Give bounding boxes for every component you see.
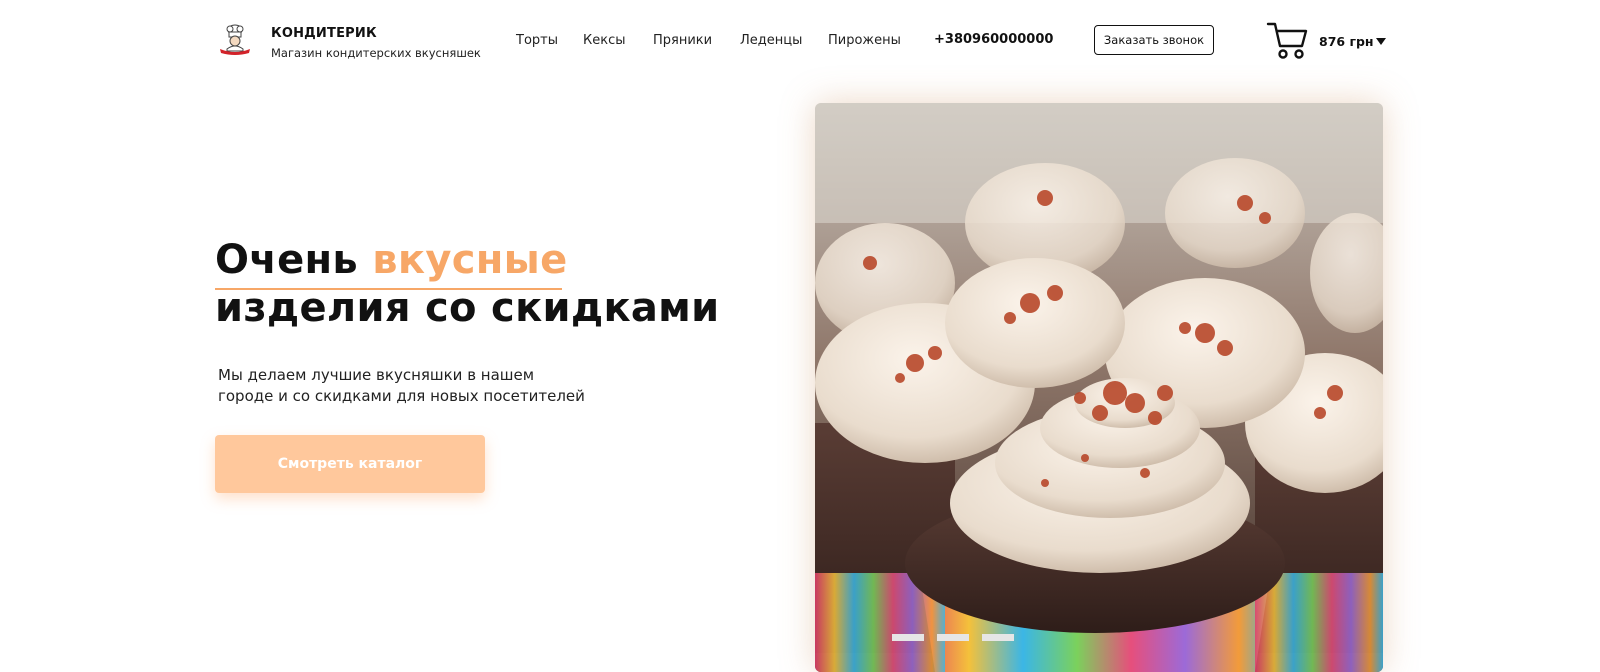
cupcakes-photo	[815, 103, 1383, 672]
nav-item-gingerbread[interactable]: Пряники	[653, 32, 712, 50]
brand: КОНДИТЕРИК Магазин кондитерских вкусняше…	[271, 26, 481, 61]
hero-title-accent: вкусные	[372, 237, 568, 283]
hero-title-word: Очень	[215, 237, 359, 283]
chef-logo-icon[interactable]	[218, 22, 252, 56]
nav-item-cakes[interactable]: Торты	[516, 32, 558, 50]
title-underline	[215, 288, 562, 290]
nav-item-lollipops[interactable]: Леденцы	[740, 32, 802, 50]
hero-description-line2: городе и со скидками для новых посетител…	[218, 387, 585, 405]
hero-title: Очень вкусные изделия со скидками	[215, 236, 720, 332]
slider-dot-1[interactable]	[892, 634, 924, 641]
order-call-button[interactable]: Заказать звонок	[1094, 25, 1214, 55]
view-catalog-button[interactable]: Смотреть каталог	[215, 435, 485, 493]
slider-dot-3[interactable]	[982, 634, 1014, 641]
phone-number[interactable]: +380960000000	[934, 31, 1053, 49]
brand-name: КОНДИТЕРИК	[271, 26, 377, 41]
nav-item-cupcakes[interactable]: Кексы	[583, 32, 626, 50]
site-header: КОНДИТЕРИК Магазин кондитерских вкусняше…	[0, 0, 1600, 80]
cart-total[interactable]: 876 грн	[1319, 34, 1374, 50]
hero-description-line1: Мы делаем лучшие вкусняшки в нашем	[218, 366, 535, 384]
slider-dot-2[interactable]	[937, 634, 969, 641]
shopping-cart-icon[interactable]	[1266, 20, 1308, 62]
hero-slider[interactable]	[815, 103, 1383, 672]
caret-down-icon[interactable]	[1376, 38, 1386, 45]
brand-subtitle: Магазин кондитерских вкусняшек	[271, 46, 481, 60]
hero-title-line2: изделия со скидками	[215, 285, 720, 331]
nav-item-pastries[interactable]: Пирожены	[828, 32, 901, 50]
hero-description: Мы делаем лучшие вкусняшки в нашем город…	[218, 365, 638, 407]
